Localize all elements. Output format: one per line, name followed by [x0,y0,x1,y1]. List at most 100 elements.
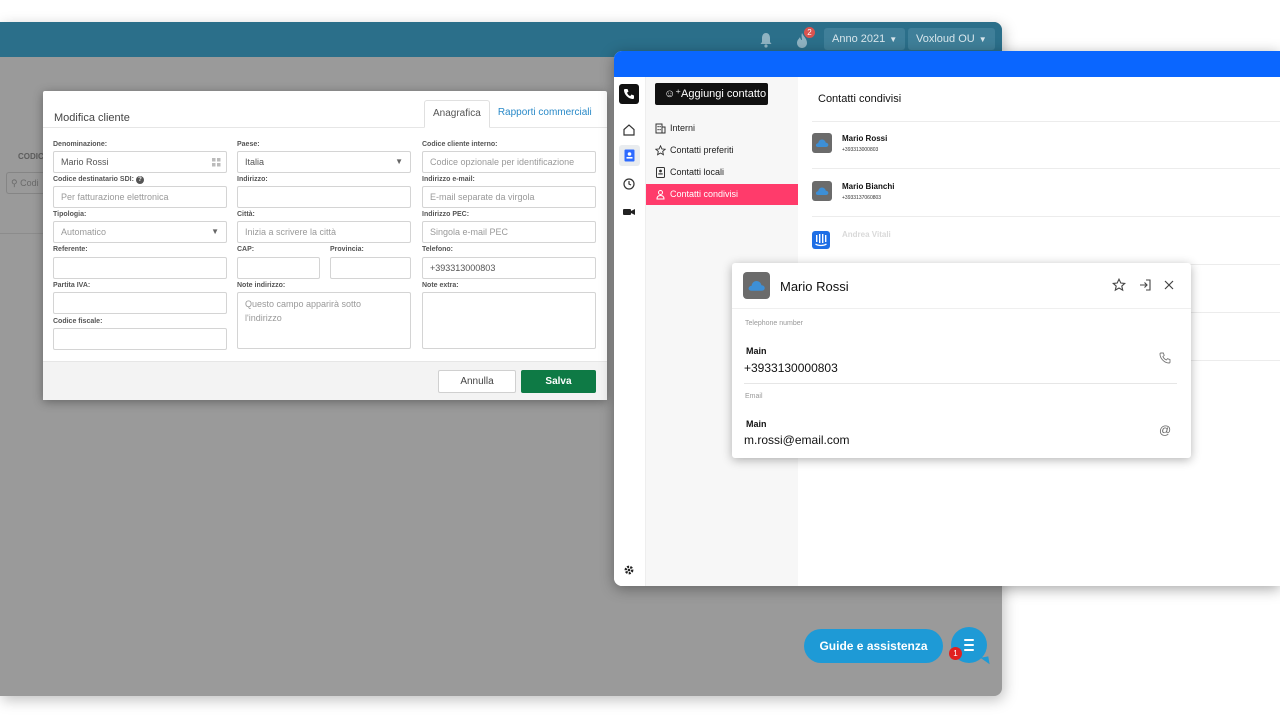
tab-rapporti-commerciali[interactable]: Rapporti commerciali [490,100,600,128]
contacts-book-icon [624,149,635,162]
sidebar-item-interni[interactable]: Interni [646,118,798,139]
codice-fiscale-input[interactable] [53,328,227,350]
email-input[interactable]: E-mail separate da virgola [422,186,596,208]
contact-name: Mario Rossi [780,279,849,294]
add-contact-label: Aggiungi contatto [681,88,767,100]
sidebar-item-label: Contatti condivisi [670,189,739,199]
phone-icon[interactable] [1159,352,1171,364]
avatar [743,272,770,299]
contact-row[interactable]: Mario Bianchi +3933137060803 [812,170,1280,217]
avatar [812,133,832,153]
email-section-label: Email [745,393,763,400]
modal-title: Modifica cliente [54,112,130,124]
chat-bubble-tail [980,656,990,666]
referente-label: Referente: [53,246,88,253]
cloud-icon [748,280,765,291]
codice-sdi-label-text: Codice destinatario SDI: [53,176,134,183]
citta-label: Città: [237,211,255,218]
login-icon[interactable] [1138,278,1152,292]
contact-row[interactable]: Mario Rossi +393313000803 [812,122,1280,169]
codice-interno-placeholder: Codice opzionale per identificazione [430,157,575,167]
paese-select[interactable]: Italia ▼ [237,151,411,173]
pec-input[interactable]: Singola e-mail PEC [422,221,596,243]
bg-divider [0,233,44,234]
codice-sdi-input[interactable]: Per fatturazione elettronica [53,186,227,208]
guide-button[interactable]: Guide e assistenza [804,629,943,663]
note-indirizzo-placeholder: Questo campo apparirà sotto l'indirizzo [245,299,362,323]
grid-icon[interactable] [212,158,221,167]
phone-value[interactable]: +3933130000803 [744,361,838,375]
phone-logo-icon[interactable] [619,84,639,104]
avatar [812,181,832,201]
company-label: Voxloud OU [916,33,975,45]
gear-icon[interactable] [622,563,636,577]
sidebar-item-contatti-locali[interactable]: Contatti locali [646,162,798,183]
prev-page-button[interactable]: ‹ [1206,585,1209,586]
contacts-nav-active-bg[interactable] [619,145,640,166]
partita-iva-input[interactable] [53,292,227,314]
bg-search-placeholder: Codi [20,178,39,188]
provincia-input[interactable] [330,257,411,279]
add-person-icon: ☺⁺ [664,88,682,100]
year-dropdown[interactable]: Anno 2021 ▼ [824,28,906,50]
codice-interno-input[interactable]: Codice opzionale per identificazione [422,151,596,173]
notification-badge: 2 [804,27,815,38]
email-value[interactable]: m.rossi@email.com [744,433,850,447]
indirizzo-label: Indirizzo: [237,176,268,183]
next-page-button[interactable]: › [1237,585,1240,586]
star-icon[interactable] [1112,278,1126,292]
cancel-button[interactable]: Annulla [438,370,516,393]
list-title: Contatti condivisi [818,93,902,105]
tipologia-select[interactable]: Automatico ▼ [53,221,227,243]
save-button[interactable]: Salva [521,370,596,393]
bell-icon[interactable] [759,32,773,48]
provincia-label: Provincia: [330,246,364,253]
denominazione-label: Denominazione: [53,141,108,148]
search-icon: ⚲ [11,178,18,188]
citta-placeholder: Inizia a scrivere la città [245,227,337,237]
contact-detail-card: Mario Rossi Telephone number Main +39331… [732,263,1191,458]
sidebar-item-contatti-preferiti[interactable]: Contatti preferiti [646,140,798,161]
company-dropdown[interactable]: Voxloud OU ▼ [908,28,995,50]
referente-input[interactable] [53,257,227,279]
contact-name: Mario Rossi [842,134,888,143]
note-extra-textarea[interactable] [422,292,596,349]
contact-phone: +393313000803 [842,147,879,153]
cap-input[interactable] [237,257,320,279]
card-section-divider [744,383,1177,384]
codice-sdi-label: Codice destinatario SDI:? [53,176,144,184]
star-icon [655,145,666,156]
email-type-label: Main [746,419,767,429]
close-icon[interactable] [1162,278,1176,292]
note-indirizzo-textarea[interactable]: Questo campo apparirà sotto l'indirizzo [237,292,411,349]
icon-rail [614,77,646,586]
clock-icon[interactable] [622,177,636,191]
contact-row[interactable]: Andrea Vitali [812,218,1280,265]
at-sign-icon[interactable]: @ [1159,424,1171,436]
pagination: « ‹ 1 2 › » [1195,585,1251,586]
denominazione-input[interactable]: Mario Rossi [53,151,227,173]
contact-name: Andrea Vitali [842,230,891,239]
caret-down-icon: ▼ [395,157,403,166]
tab-anagrafica[interactable]: Anagrafica [424,100,490,128]
citta-input[interactable]: Inizia a scrivere la città [237,221,411,243]
pec-placeholder: Singola e-mail PEC [430,227,509,237]
indirizzo-input[interactable] [237,186,411,208]
caret-down-icon: ▼ [889,35,898,44]
sidebar-item-contatti-condivisi[interactable]: Contatti condivisi [646,184,798,205]
telefono-input[interactable]: +393313000803 [422,257,596,279]
video-icon[interactable] [622,205,636,219]
add-contact-button[interactable]: ☺⁺Aggiungi contatto [655,83,768,105]
bg-search-input[interactable]: ⚲ Codi [6,172,46,194]
telefono-label: Telefono: [422,246,453,253]
page-1-button[interactable]: 1 [1216,585,1221,586]
intercom-icon [812,231,830,249]
cap-label: CAP: [237,246,255,253]
chat-badge: 1 [949,647,962,660]
home-icon[interactable] [622,123,636,137]
first-page-button[interactable]: « [1197,585,1202,586]
help-icon[interactable]: ? [135,176,144,184]
last-page-button[interactable]: » [1244,585,1249,586]
building-icon [655,123,666,134]
page-2-button[interactable]: 2 [1228,585,1233,586]
